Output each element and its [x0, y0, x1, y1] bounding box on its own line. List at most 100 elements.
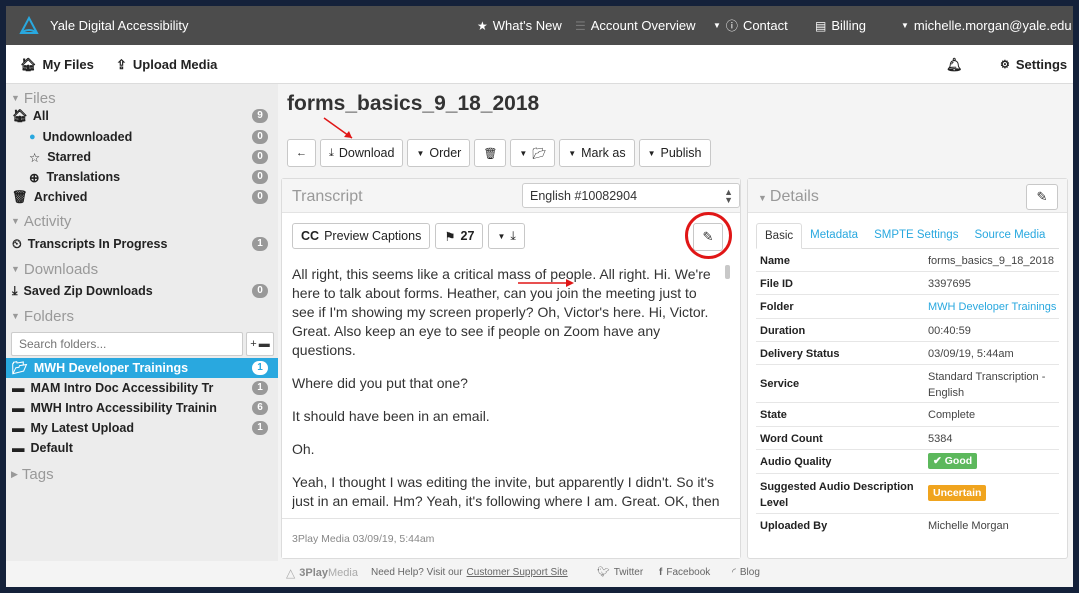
publish-label: Publish — [660, 146, 702, 160]
sub-navbar: 🏠︎ My Files ⇪ Upload Media 🔔︎ ⚙ Settings — [6, 45, 1073, 84]
order-button[interactable]: ▼ Order — [407, 139, 471, 167]
move-folder-button[interactable]: ▼ 📂︎ — [510, 139, 556, 167]
add-folder-button[interactable]: + ▬ — [246, 332, 274, 356]
language-value: English #10082904 — [530, 189, 638, 203]
twitter-link[interactable]: 🐦︎ Twitter — [597, 567, 643, 578]
tab-basic[interactable]: Basic — [756, 223, 803, 249]
count-badge: 1 — [252, 381, 268, 395]
select-arrows-icon: ▲ ▼ — [724, 187, 733, 205]
blog-link[interactable]: ◜ Blog — [732, 567, 760, 578]
brand-name: Yale Digital Accessibility — [50, 18, 189, 33]
user-menu[interactable]: ▼ michelle.morgan@yale.edu — [901, 6, 1072, 45]
detail-value: 00:40:59 — [928, 325, 971, 337]
flag-count: 27 — [460, 229, 475, 243]
folder-open-icon: 📂︎ — [12, 360, 28, 375]
transcript-paragraph: All right, this seems like a critical ma… — [292, 266, 711, 358]
account-overview-link[interactable]: ☰ Account Overview — [575, 6, 696, 45]
blog-label: Blog — [739, 567, 760, 578]
billing-link[interactable]: ▤ Billing — [815, 6, 866, 45]
folder-link[interactable]: MWH Developer Trainings — [928, 301, 1056, 313]
folder-label: MWH Intro Accessibility Trainin — [30, 401, 217, 415]
preview-captions-button[interactable]: CC Preview Captions — [292, 223, 431, 249]
detail-label: Name — [760, 255, 790, 267]
order-label: Order — [429, 146, 462, 160]
count-badge: 9 — [252, 109, 268, 123]
sidebar-activity-header[interactable]: ▼ Activity — [6, 211, 278, 231]
detail-value: Complete — [928, 409, 976, 421]
download-button[interactable]: ⤓ Download — [320, 139, 404, 167]
count-badge: 6 — [252, 401, 268, 415]
detail-row: Folder MWH Developer Trainings — [756, 295, 1059, 319]
sidebar-item-label: Saved Zip Downloads — [23, 284, 153, 298]
my-files-link[interactable]: 🏠︎ My Files — [20, 45, 94, 84]
check-icon: ✔ — [933, 455, 942, 467]
caret-down-icon: ▼ — [713, 21, 721, 30]
detail-label: Audio Quality — [760, 456, 832, 468]
download-label: Download — [338, 146, 395, 160]
transcript-paragraph: It should have been in an email. — [292, 408, 490, 424]
brand[interactable]: Yale Digital Accessibility — [18, 6, 188, 45]
tab-metadata[interactable]: Metadata — [802, 223, 866, 248]
upload-icon: ⇪ — [116, 56, 127, 72]
tab-smpte-settings[interactable]: SMPTE Settings — [866, 223, 966, 248]
details-title[interactable]: ▼ Details — [758, 188, 819, 206]
folder-icon: ▬ — [12, 381, 25, 395]
sidebar-item-starred[interactable]: ☆ Starred 0 — [6, 147, 278, 167]
contact-label: Contact — [742, 18, 788, 33]
sidebar-folder-item[interactable]: 📂︎ MWH Developer Trainings 1 — [6, 358, 278, 378]
whats-new-link[interactable]: ★ What's New — [477, 6, 562, 45]
notifications-button[interactable]: 🔔︎ — [946, 45, 963, 84]
home-icon: 🏠︎ — [20, 56, 37, 72]
sidebar-item-transcripts-in-progress[interactable]: ⏲ Transcripts In Progress 1 — [6, 234, 278, 254]
detail-label: Suggested Audio Description Level — [760, 481, 914, 509]
edit-details-button[interactable]: ✎ — [1026, 184, 1058, 210]
folder-icon: ▬ — [12, 421, 25, 435]
transcript-panel: Transcript English #10082904 ▲ ▼ CC Previ… — [281, 178, 741, 559]
transcript-paragraph: Yeah, I thought I was editing the invite… — [292, 474, 720, 513]
sidebar-item-archived[interactable]: 🗑︎ Archived 0 — [6, 187, 278, 207]
sidebar-downloads-header[interactable]: ▼ Downloads — [6, 259, 278, 279]
brand-logo-icon — [19, 15, 39, 34]
publish-button[interactable]: ▼ Publish — [638, 139, 711, 167]
sidebar-tags-header[interactable]: ▶ Tags — [6, 464, 278, 484]
caret-down-icon: ▼ — [901, 21, 909, 30]
contact-dropdown[interactable]: ▼ ⓘ Contact — [713, 6, 788, 45]
sidebar-folder-item[interactable]: ▬ My Latest Upload 1 — [6, 418, 278, 438]
globe-icon: ⊕ — [29, 170, 40, 185]
settings-link[interactable]: ⚙ Settings — [1000, 45, 1067, 84]
support-site-link[interactable]: Customer Support Site — [467, 567, 568, 578]
sidebar-item-all[interactable]: 🏠︎ All 9 — [6, 106, 278, 126]
flags-button[interactable]: ⚑ 27 — [435, 223, 484, 249]
transcript-scrollbar[interactable] — [725, 265, 730, 279]
back-button[interactable]: ← — [287, 139, 316, 167]
details-tabs: Basic Metadata SMPTE Settings Source Med… — [756, 223, 1059, 249]
dot-icon: ● — [29, 131, 36, 143]
mark-as-button[interactable]: ▼ Mark as — [559, 139, 635, 167]
detail-row: Audio Quality ✔ Good — [756, 450, 1059, 474]
language-select[interactable]: English #10082904 ▲ ▼ — [522, 183, 740, 208]
tags-header-label: Tags — [21, 465, 54, 483]
delete-button[interactable]: 🗑︎ — [474, 139, 507, 167]
billing-label: Billing — [831, 18, 867, 33]
upload-media-link[interactable]: ⇪ Upload Media — [116, 45, 217, 84]
sidebar-item-label: All — [32, 109, 49, 123]
sidebar-item-undownloaded[interactable]: ● Undownloaded 0 — [6, 127, 278, 147]
tab-source-media[interactable]: Source Media — [966, 223, 1053, 248]
sidebar-folder-item[interactable]: ▬ MWH Intro Accessibility Trainin 6 — [6, 398, 278, 418]
sidebar-item-saved-zip-downloads[interactable]: ⤓ Saved Zip Downloads 0 — [6, 281, 278, 301]
detail-label: Word Count — [760, 433, 823, 445]
sidebar-folder-item[interactable]: ▬ Default — [6, 438, 278, 458]
audio-description-badge: Uncertain — [928, 485, 987, 501]
clock-icon: ⏲ — [12, 236, 22, 251]
file-actions-toolbar: ← ⤓ Download ▼ Order 🗑︎ ▼ 📂︎ ▼ Mark as ▼… — [287, 139, 711, 169]
search-folders-input[interactable] — [11, 332, 243, 356]
facebook-link[interactable]: f Facebook — [659, 567, 710, 578]
sidebar-files-header[interactable]: ▼ Files — [6, 88, 278, 108]
sidebar-folder-item[interactable]: ▬ MAM Intro Doc Accessibility Tr 1 — [6, 378, 278, 398]
detail-value: Michelle Morgan — [928, 520, 1009, 532]
sidebar-folders-header[interactable]: ▼ Folders — [6, 306, 278, 326]
sidebar-item-translations[interactable]: ⊕ Translations 0 — [6, 167, 278, 187]
detail-value: 5384 — [928, 433, 953, 445]
transcript-download-dropdown[interactable]: ▼ ⤓ — [488, 223, 525, 249]
info-icon: ⓘ — [725, 19, 738, 33]
